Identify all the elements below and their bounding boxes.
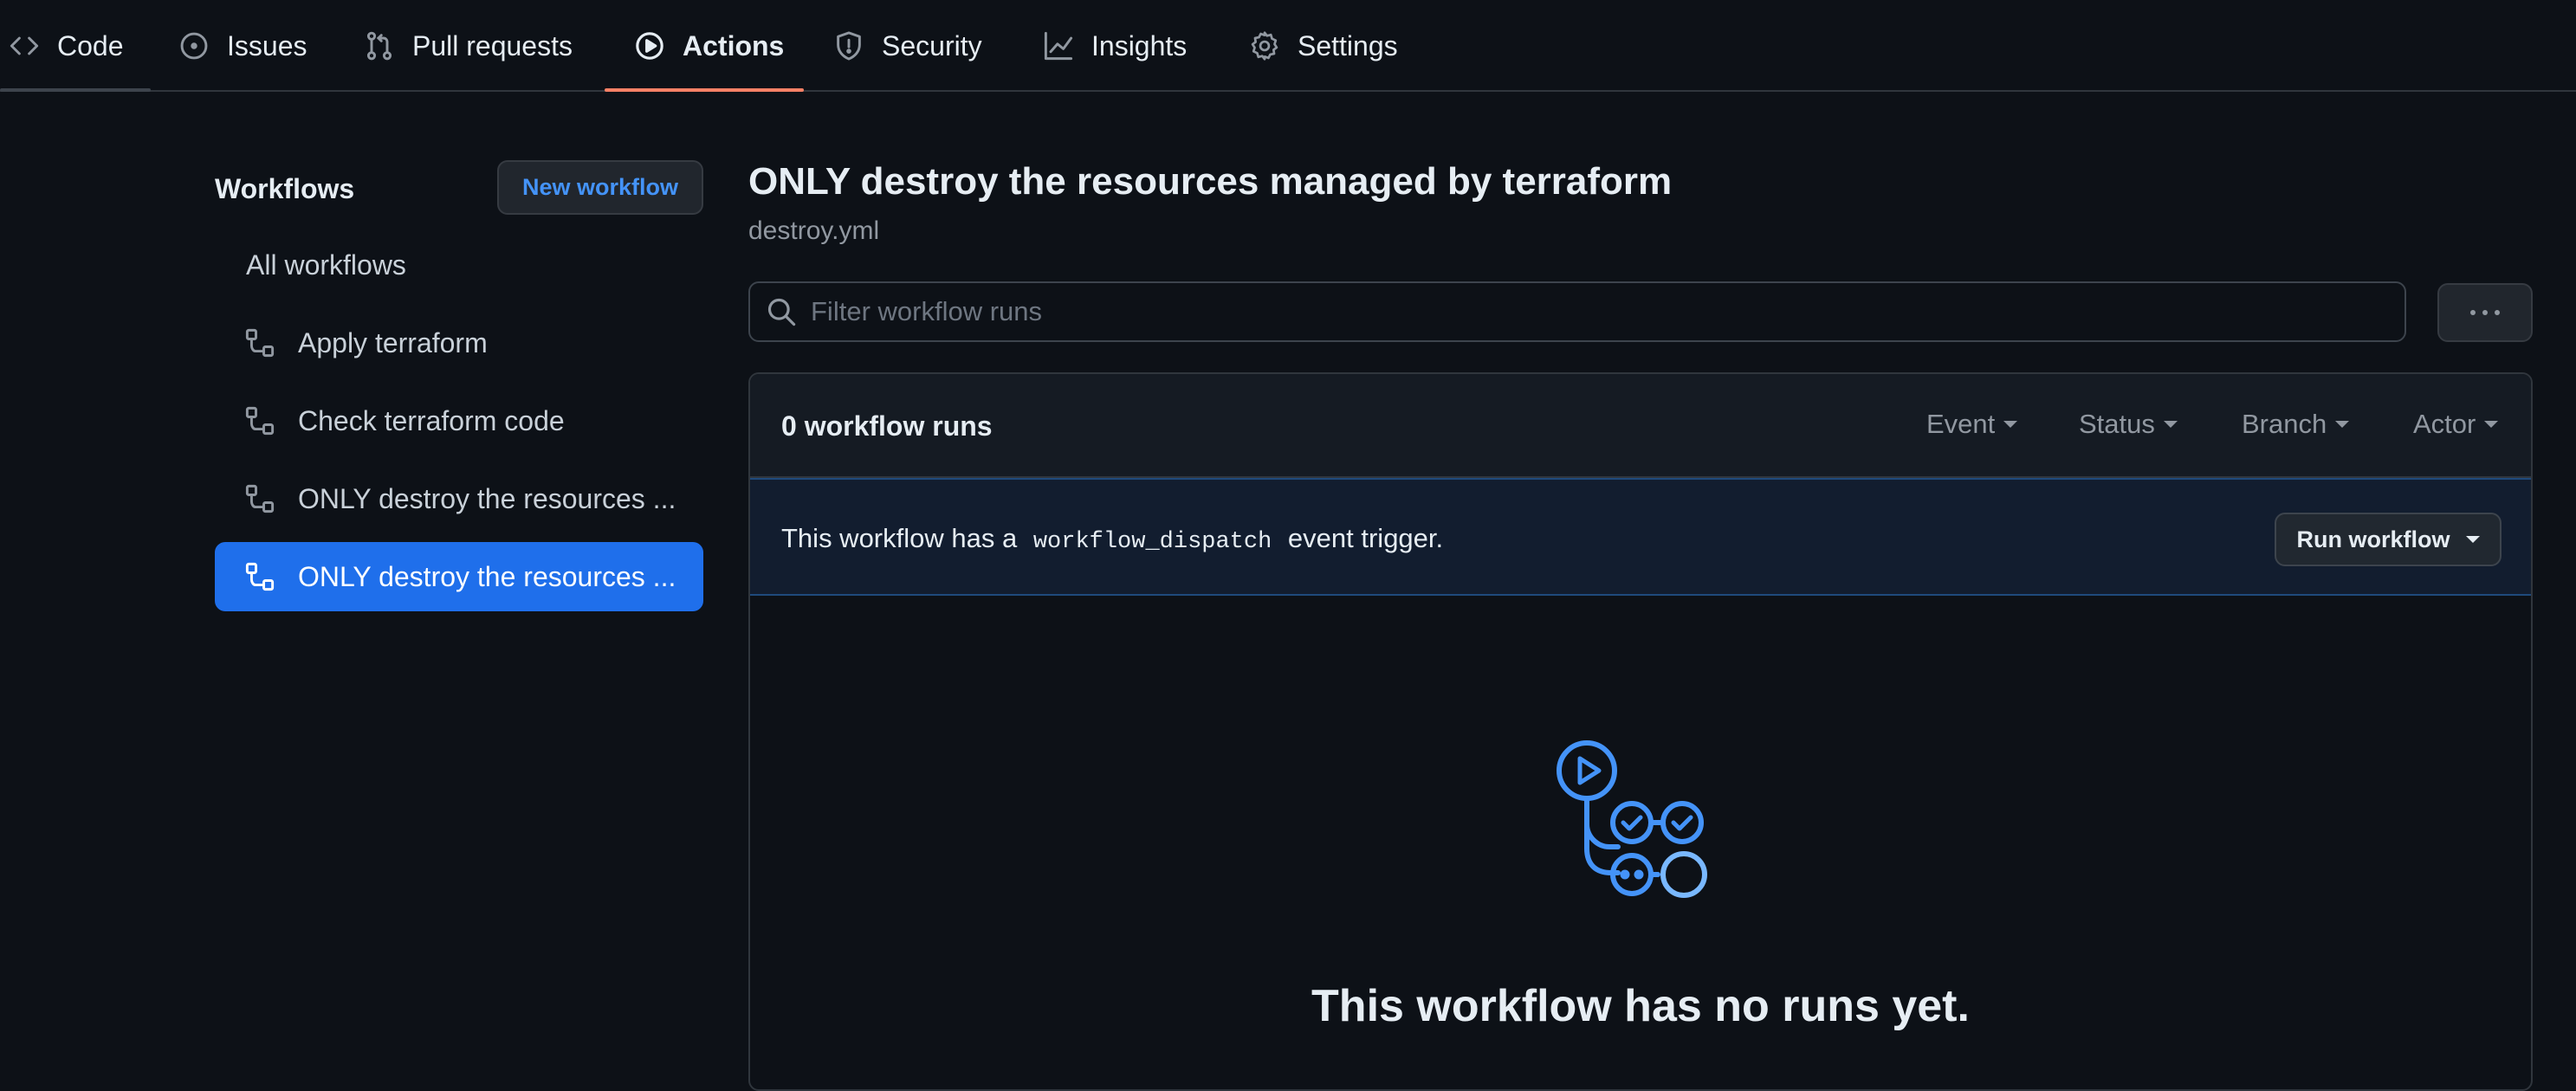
dispatch-prefix: This workflow has a: [781, 523, 1018, 553]
tab-actions[interactable]: Actions: [634, 0, 784, 92]
graph-icon: [1043, 30, 1074, 61]
tab-pull-requests[interactable]: Pull requests: [364, 0, 573, 92]
workflow-file-link[interactable]: destroy.yml: [748, 216, 879, 246]
tab-issues[interactable]: Issues: [178, 0, 307, 92]
tab-label: Code: [57, 29, 124, 61]
caret-down-icon: [2163, 421, 2178, 428]
dropdown-label: Status: [2079, 409, 2155, 439]
dropdown-label: Event: [1926, 409, 1996, 439]
workflow-runs-panel: 0 workflow runs Event Status Branch Acto…: [748, 372, 2533, 1091]
issue-icon: [178, 30, 210, 61]
sidebar-item-label: ONLY destroy the resources ...: [298, 560, 676, 592]
dropdown-label: Branch: [2242, 409, 2327, 439]
sidebar-title: Workflows: [215, 173, 355, 204]
page-title: ONLY destroy the resources managed by te…: [748, 160, 1673, 203]
runs-header: 0 workflow runs Event Status Branch Acto…: [750, 374, 2531, 478]
tab-code[interactable]: Code: [9, 0, 124, 92]
tab-label: Actions: [683, 29, 785, 61]
sidebar-item-label: Check terraform code: [298, 404, 565, 436]
workflow-dispatch-banner: This workflow has a workflow_dispatch ev…: [750, 478, 2531, 596]
pull-request-icon: [364, 30, 395, 61]
workflow-icon: [245, 484, 275, 513]
dispatch-code: workflow_dispatch: [1032, 529, 1272, 555]
tab-hover-underline: [0, 88, 151, 92]
run-workflow-label: Run workflow: [2296, 526, 2450, 552]
dispatch-suffix: event trigger.: [1287, 523, 1444, 553]
workflow-illustration-icon: [1557, 740, 1707, 898]
status-filter-dropdown[interactable]: Status: [2079, 409, 2178, 440]
actor-filter-dropdown[interactable]: Actor: [2413, 409, 2499, 440]
run-workflow-button[interactable]: Run workflow: [2275, 513, 2502, 566]
tab-label: Settings: [1298, 29, 1398, 61]
branch-filter-dropdown[interactable]: Branch: [2242, 409, 2350, 440]
kebab-horizontal-icon: [2470, 310, 2500, 315]
filter-runs-input[interactable]: [811, 296, 2370, 327]
tab-label: Issues: [227, 29, 307, 61]
code-icon: [9, 30, 40, 61]
tab-label: Insights: [1091, 29, 1188, 61]
active-tab-underline: [605, 88, 804, 92]
tab-security[interactable]: Security: [833, 0, 982, 92]
sidebar-item-label: All workflows: [246, 249, 406, 281]
workflow-icon: [245, 562, 275, 591]
workflow-icon: [245, 406, 275, 436]
tab-settings[interactable]: Settings: [1249, 0, 1398, 92]
dropdown-label: Actor: [2413, 409, 2476, 439]
caret-down-icon: [2335, 421, 2350, 428]
sidebar-item-only-destroy-1[interactable]: ONLY destroy the resources ...: [215, 464, 703, 533]
empty-state-title: This workflow has no runs yet.: [1311, 981, 1970, 1031]
sidebar-item-apply-terraform[interactable]: Apply terraform: [215, 308, 703, 378]
sidebar-item-check-terraform-code[interactable]: Check terraform code: [215, 386, 703, 455]
sidebar-item-only-destroy-2[interactable]: ONLY destroy the resources ...: [215, 542, 703, 611]
caret-down-icon: [2003, 421, 2018, 428]
repo-nav: Code Issues Pull requests Actions Securi…: [0, 0, 2576, 92]
caret-down-icon: [2484, 421, 2499, 428]
dispatch-message: This workflow has a workflow_dispatch ev…: [781, 523, 1443, 555]
tab-label: Pull requests: [412, 29, 573, 61]
sidebar-item-label: Apply terraform: [298, 326, 488, 358]
sidebar-item-label: ONLY destroy the resources ...: [298, 482, 676, 514]
caret-down-icon: [2465, 536, 2480, 543]
new-workflow-button[interactable]: New workflow: [497, 160, 703, 215]
workflow-icon: [245, 328, 275, 358]
play-icon: [634, 30, 665, 61]
more-options-button[interactable]: [2437, 283, 2533, 342]
shield-icon: [833, 30, 864, 61]
gear-icon: [1249, 30, 1280, 61]
runs-count: 0 workflow runs: [781, 410, 993, 442]
tab-label: Security: [882, 29, 982, 61]
tab-insights[interactable]: Insights: [1043, 0, 1187, 92]
sidebar-item-all-workflows[interactable]: All workflows: [215, 230, 703, 300]
search-icon: [767, 298, 796, 326]
filter-runs-field[interactable]: [748, 281, 2406, 342]
event-filter-dropdown[interactable]: Event: [1926, 409, 2018, 440]
